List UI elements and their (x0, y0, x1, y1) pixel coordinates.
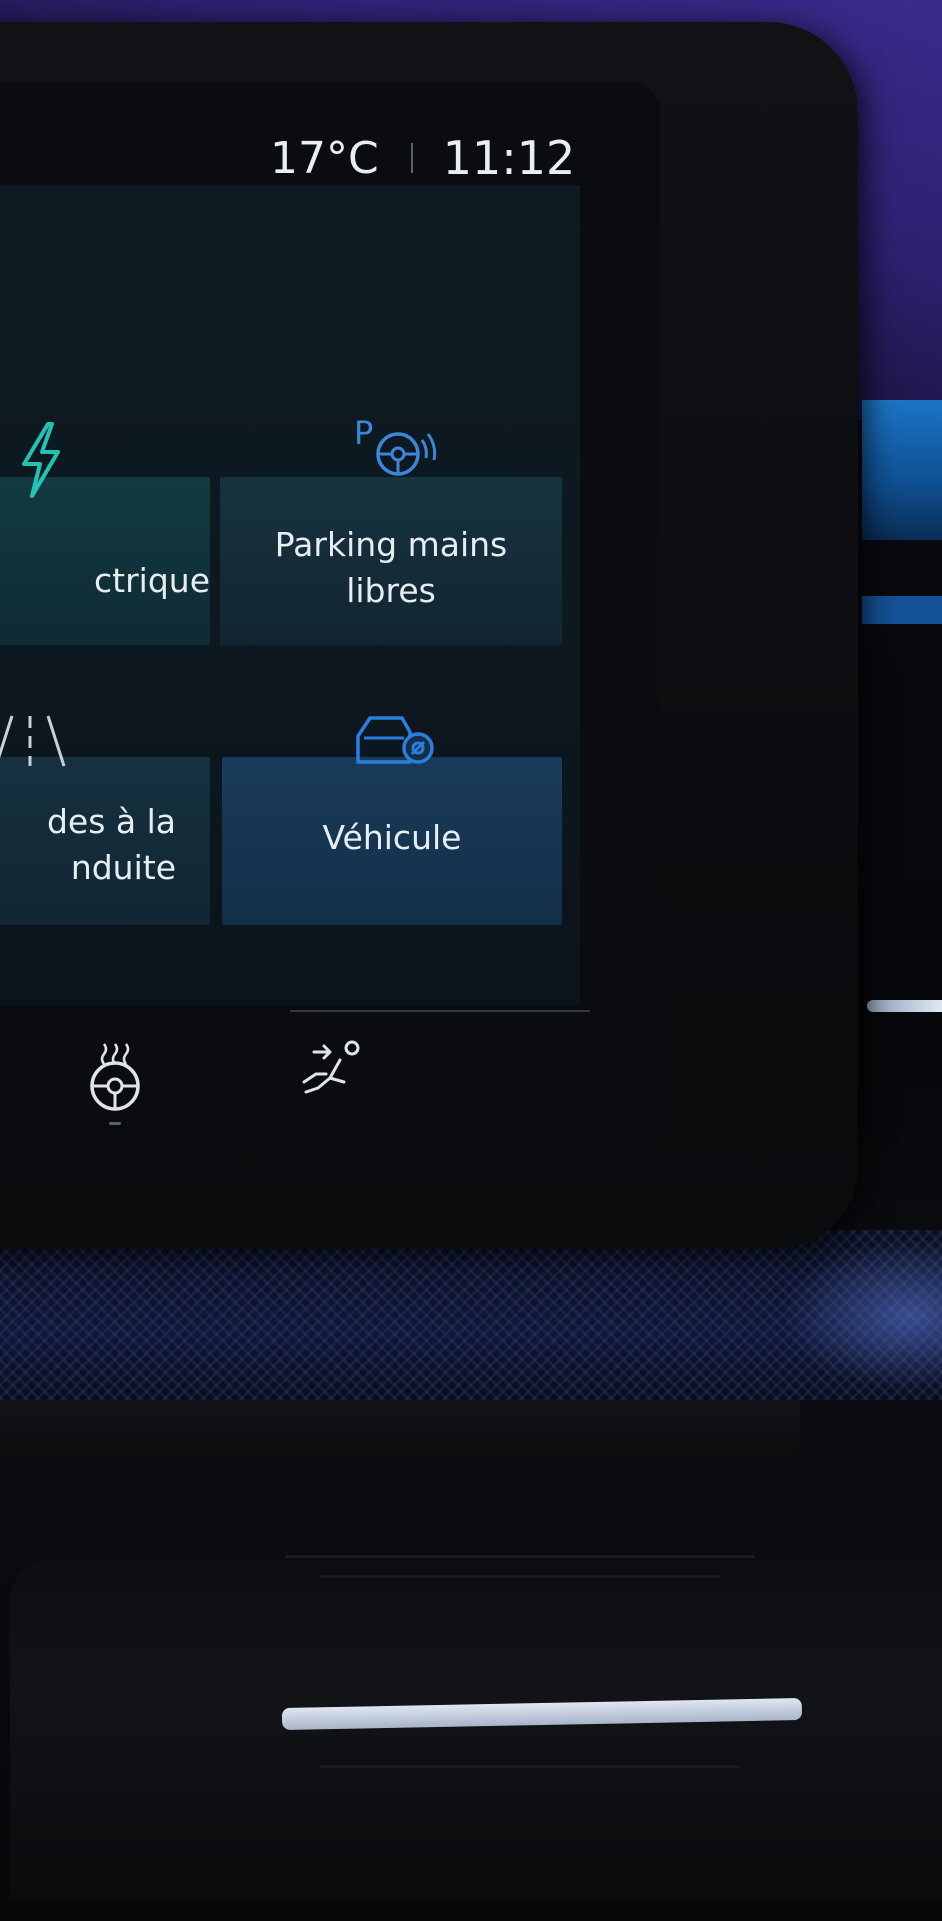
clock: 11:12 (442, 131, 576, 185)
car-gear-icon (356, 716, 434, 764)
status-separator (410, 143, 413, 173)
dashboard-glow (782, 1240, 942, 1390)
tile-label-line: ctrique (94, 561, 210, 600)
ambient-blue-light (862, 400, 942, 540)
vent-grille-line (320, 1765, 740, 1768)
dashboard-ledge (0, 1400, 800, 1460)
status-bar: 17°C 11:12 (270, 128, 575, 188)
parking-steering-icon: P (354, 414, 437, 476)
road-lanes-icon (0, 715, 66, 767)
tile-vehicule[interactable]: Véhicule (222, 705, 562, 925)
tile-label-line: Parking mains (274, 525, 508, 564)
vent-grille-line (320, 1575, 720, 1578)
car-interior-scene: 17°C 11:12 ctrique P Parking mains libre… (0, 0, 942, 1921)
tile-label: ctrique (0, 558, 210, 604)
tile-label: Parking mains libres (220, 522, 562, 614)
bottom-bar-divider (290, 1010, 590, 1012)
air-vent-panel (10, 1560, 942, 1900)
vent-grille-line (285, 1555, 755, 1558)
ambient-light-strip (867, 1000, 942, 1012)
lightning-icon (22, 422, 60, 498)
seat-airflow-icon[interactable] (300, 1038, 364, 1102)
tile-label-line: Véhicule (322, 818, 462, 857)
svg-text:P: P (354, 414, 373, 452)
tile-label-line: des à la (46, 802, 176, 841)
heated-steering-wheel-icon[interactable] (84, 1040, 146, 1112)
tile-label: Véhicule (222, 815, 562, 861)
app-grid-panel: ctrique P Parking mains libres des à la … (0, 185, 580, 1005)
tile-label-line: nduite (70, 848, 176, 887)
tile-electric[interactable]: ctrique (0, 400, 210, 645)
outside-temperature: 17°C (270, 132, 379, 184)
tile-label-line: libres (346, 571, 436, 610)
ambient-blue-strip (862, 596, 942, 624)
tile-label: des à la nduite (0, 799, 176, 891)
tile-parking-mains-libres[interactable]: P Parking mains libres (220, 400, 562, 645)
tile-aides-a-la-conduite[interactable]: des à la nduite (0, 705, 210, 925)
active-indicator (109, 1122, 121, 1125)
